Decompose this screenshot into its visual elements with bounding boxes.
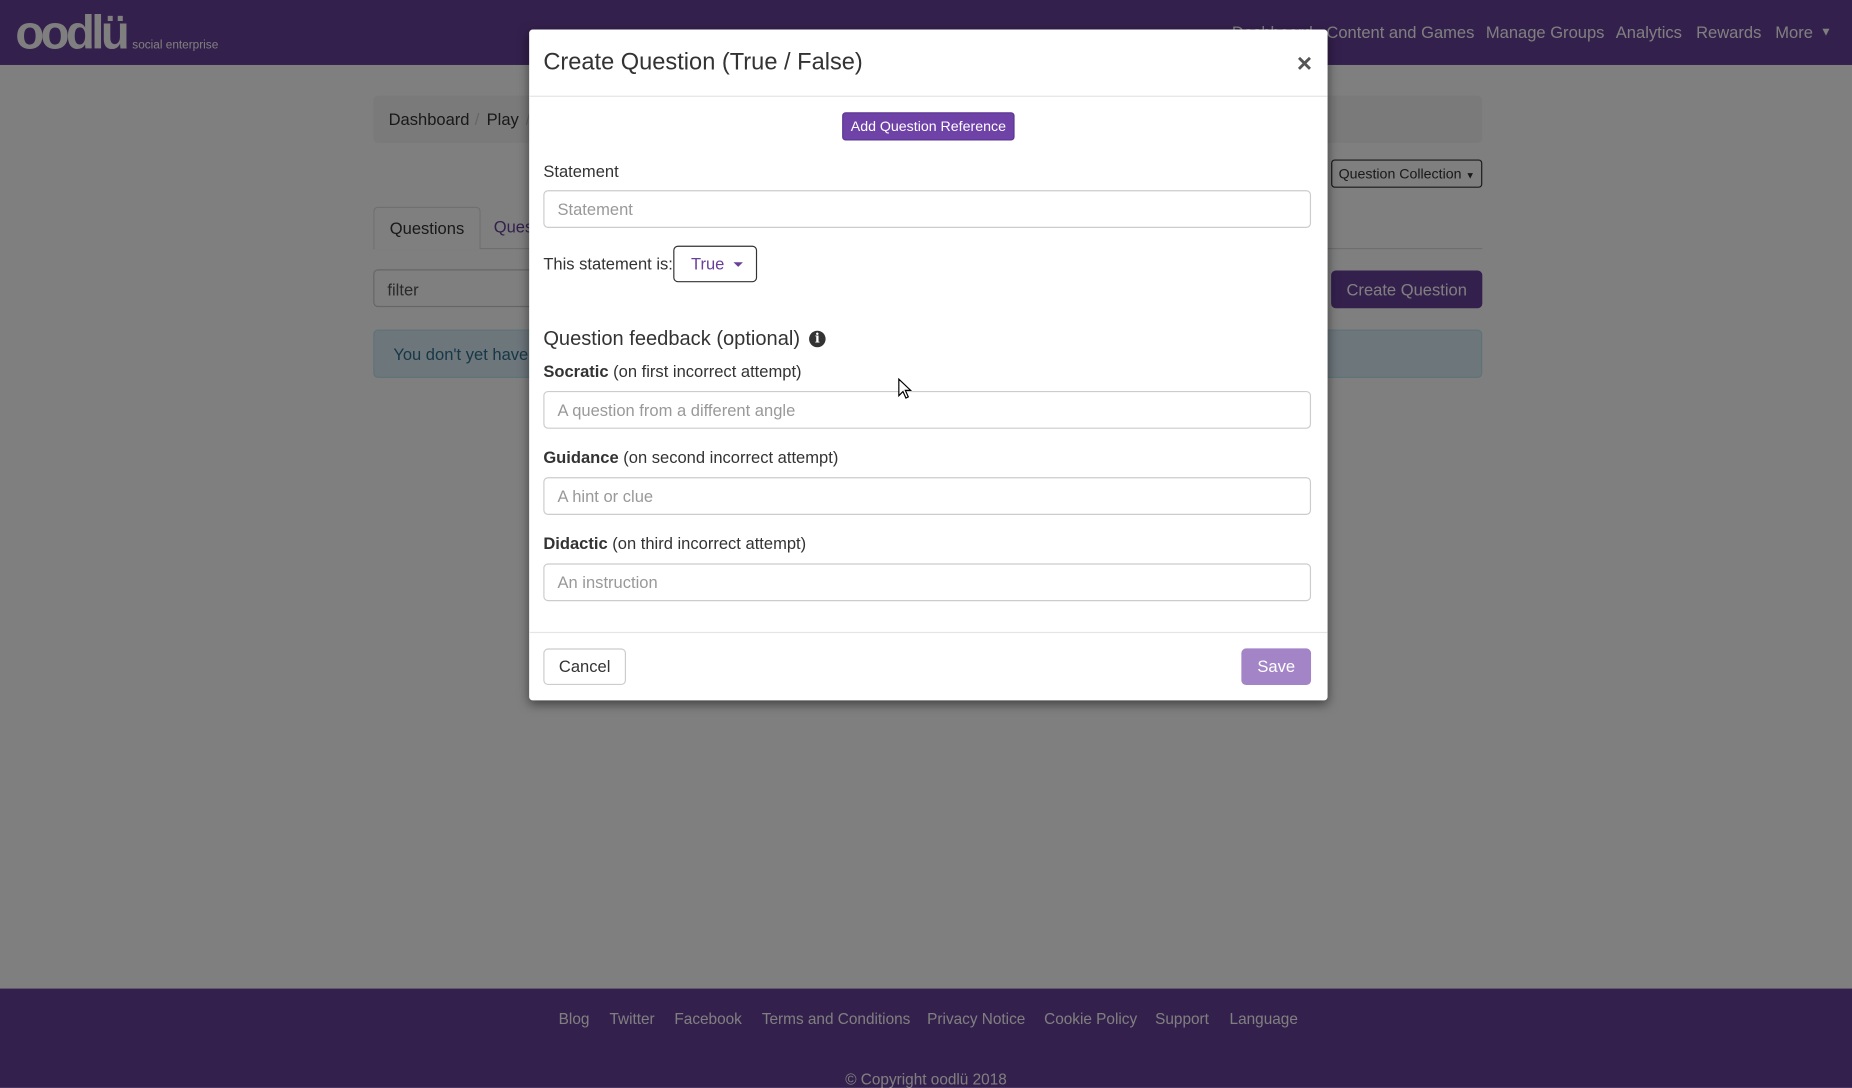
socratic-hint: (on first incorrect attempt) [608,361,802,381]
guidance-bold: Guidance [543,447,619,467]
save-button[interactable]: Save [1241,648,1312,686]
didactic-input[interactable]: An instruction [543,563,1312,602]
didactic-hint: (on third incorrect attempt) [607,533,807,553]
guidance-label: Guidance (on second incorrect attempt) [543,448,838,467]
true-false-value: True [690,253,725,273]
socratic-input[interactable]: A question from a different angle [543,390,1312,429]
footer-divider [529,631,1328,634]
feedback-heading: Question feedback (optional) [543,327,801,350]
guidance-hint: (on second incorrect attempt) [618,447,839,467]
guidance-input[interactable]: A hint or clue [543,477,1312,515]
close-icon[interactable]: × [1297,48,1312,79]
socratic-label: Socratic (on first incorrect attempt) [543,361,801,380]
info-icon[interactable]: i [809,330,826,348]
header-divider [529,95,1328,97]
modal-title: Create Question (True / False) [543,49,863,76]
didactic-bold: Didactic [543,533,608,553]
mouse-cursor-icon [898,377,912,399]
caret-down-icon [733,262,743,267]
socratic-bold: Socratic [543,361,609,381]
statement-is-label: This statement is: [543,253,673,273]
statement-input[interactable]: Statement [543,190,1312,228]
cancel-button[interactable]: Cancel [543,648,626,686]
true-false-dropdown[interactable]: True [673,245,758,283]
add-question-reference-button[interactable]: Add Question Reference [842,112,1015,141]
didactic-label: Didactic (on third incorrect attempt) [543,534,806,553]
create-question-modal: Create Question (True / False) × Add Que… [529,29,1328,701]
statement-label: Statement [543,161,619,181]
